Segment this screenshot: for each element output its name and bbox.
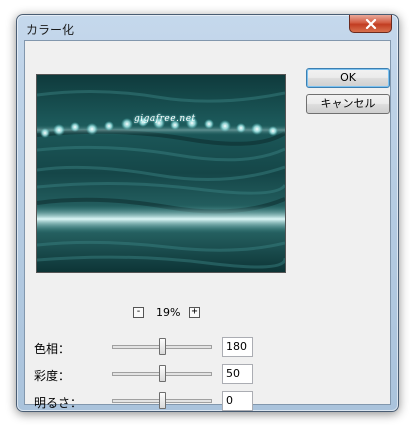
- saturation-label: 彩度：: [34, 369, 71, 383]
- dialog-body: gigafree.net OK キャンセル - 19% + 色相： 180 彩度…: [24, 40, 392, 411]
- saturation-row: 彩度： 50: [25, 364, 392, 384]
- close-icon: [365, 18, 377, 29]
- title-bar[interactable]: カラー化: [17, 15, 398, 41]
- saturation-field[interactable]: 50: [222, 364, 253, 384]
- dialog-title: カラー化: [26, 23, 75, 37]
- ok-button[interactable]: OK: [306, 68, 390, 88]
- preview-image: gigafree.net: [36, 74, 286, 273]
- brightness-label: 明るさ：: [34, 396, 83, 410]
- cancel-button[interactable]: キャンセル: [306, 94, 390, 114]
- hue-slider-thumb[interactable]: [158, 338, 166, 355]
- preview-watermark: gigafree.net: [134, 114, 196, 124]
- zoom-in-button[interactable]: +: [189, 307, 200, 318]
- close-button[interactable]: [349, 15, 392, 33]
- zoom-out-button[interactable]: -: [133, 307, 144, 318]
- hue-field[interactable]: 180: [222, 337, 253, 357]
- hue-label: 色相：: [34, 342, 71, 356]
- minus-icon: -: [135, 306, 142, 317]
- plus-icon: +: [191, 306, 198, 317]
- hue-row: 色相： 180: [25, 337, 392, 357]
- brightness-row: 明るさ： 0: [25, 391, 392, 411]
- brightness-field[interactable]: 0: [222, 391, 253, 411]
- colorize-dialog: カラー化 gigafree.net OK キャンセル - 19% + 色相： 1…: [16, 14, 399, 412]
- saturation-slider-thumb[interactable]: [158, 365, 166, 382]
- zoom-level: 19%: [156, 306, 181, 319]
- brightness-slider-thumb[interactable]: [158, 392, 166, 409]
